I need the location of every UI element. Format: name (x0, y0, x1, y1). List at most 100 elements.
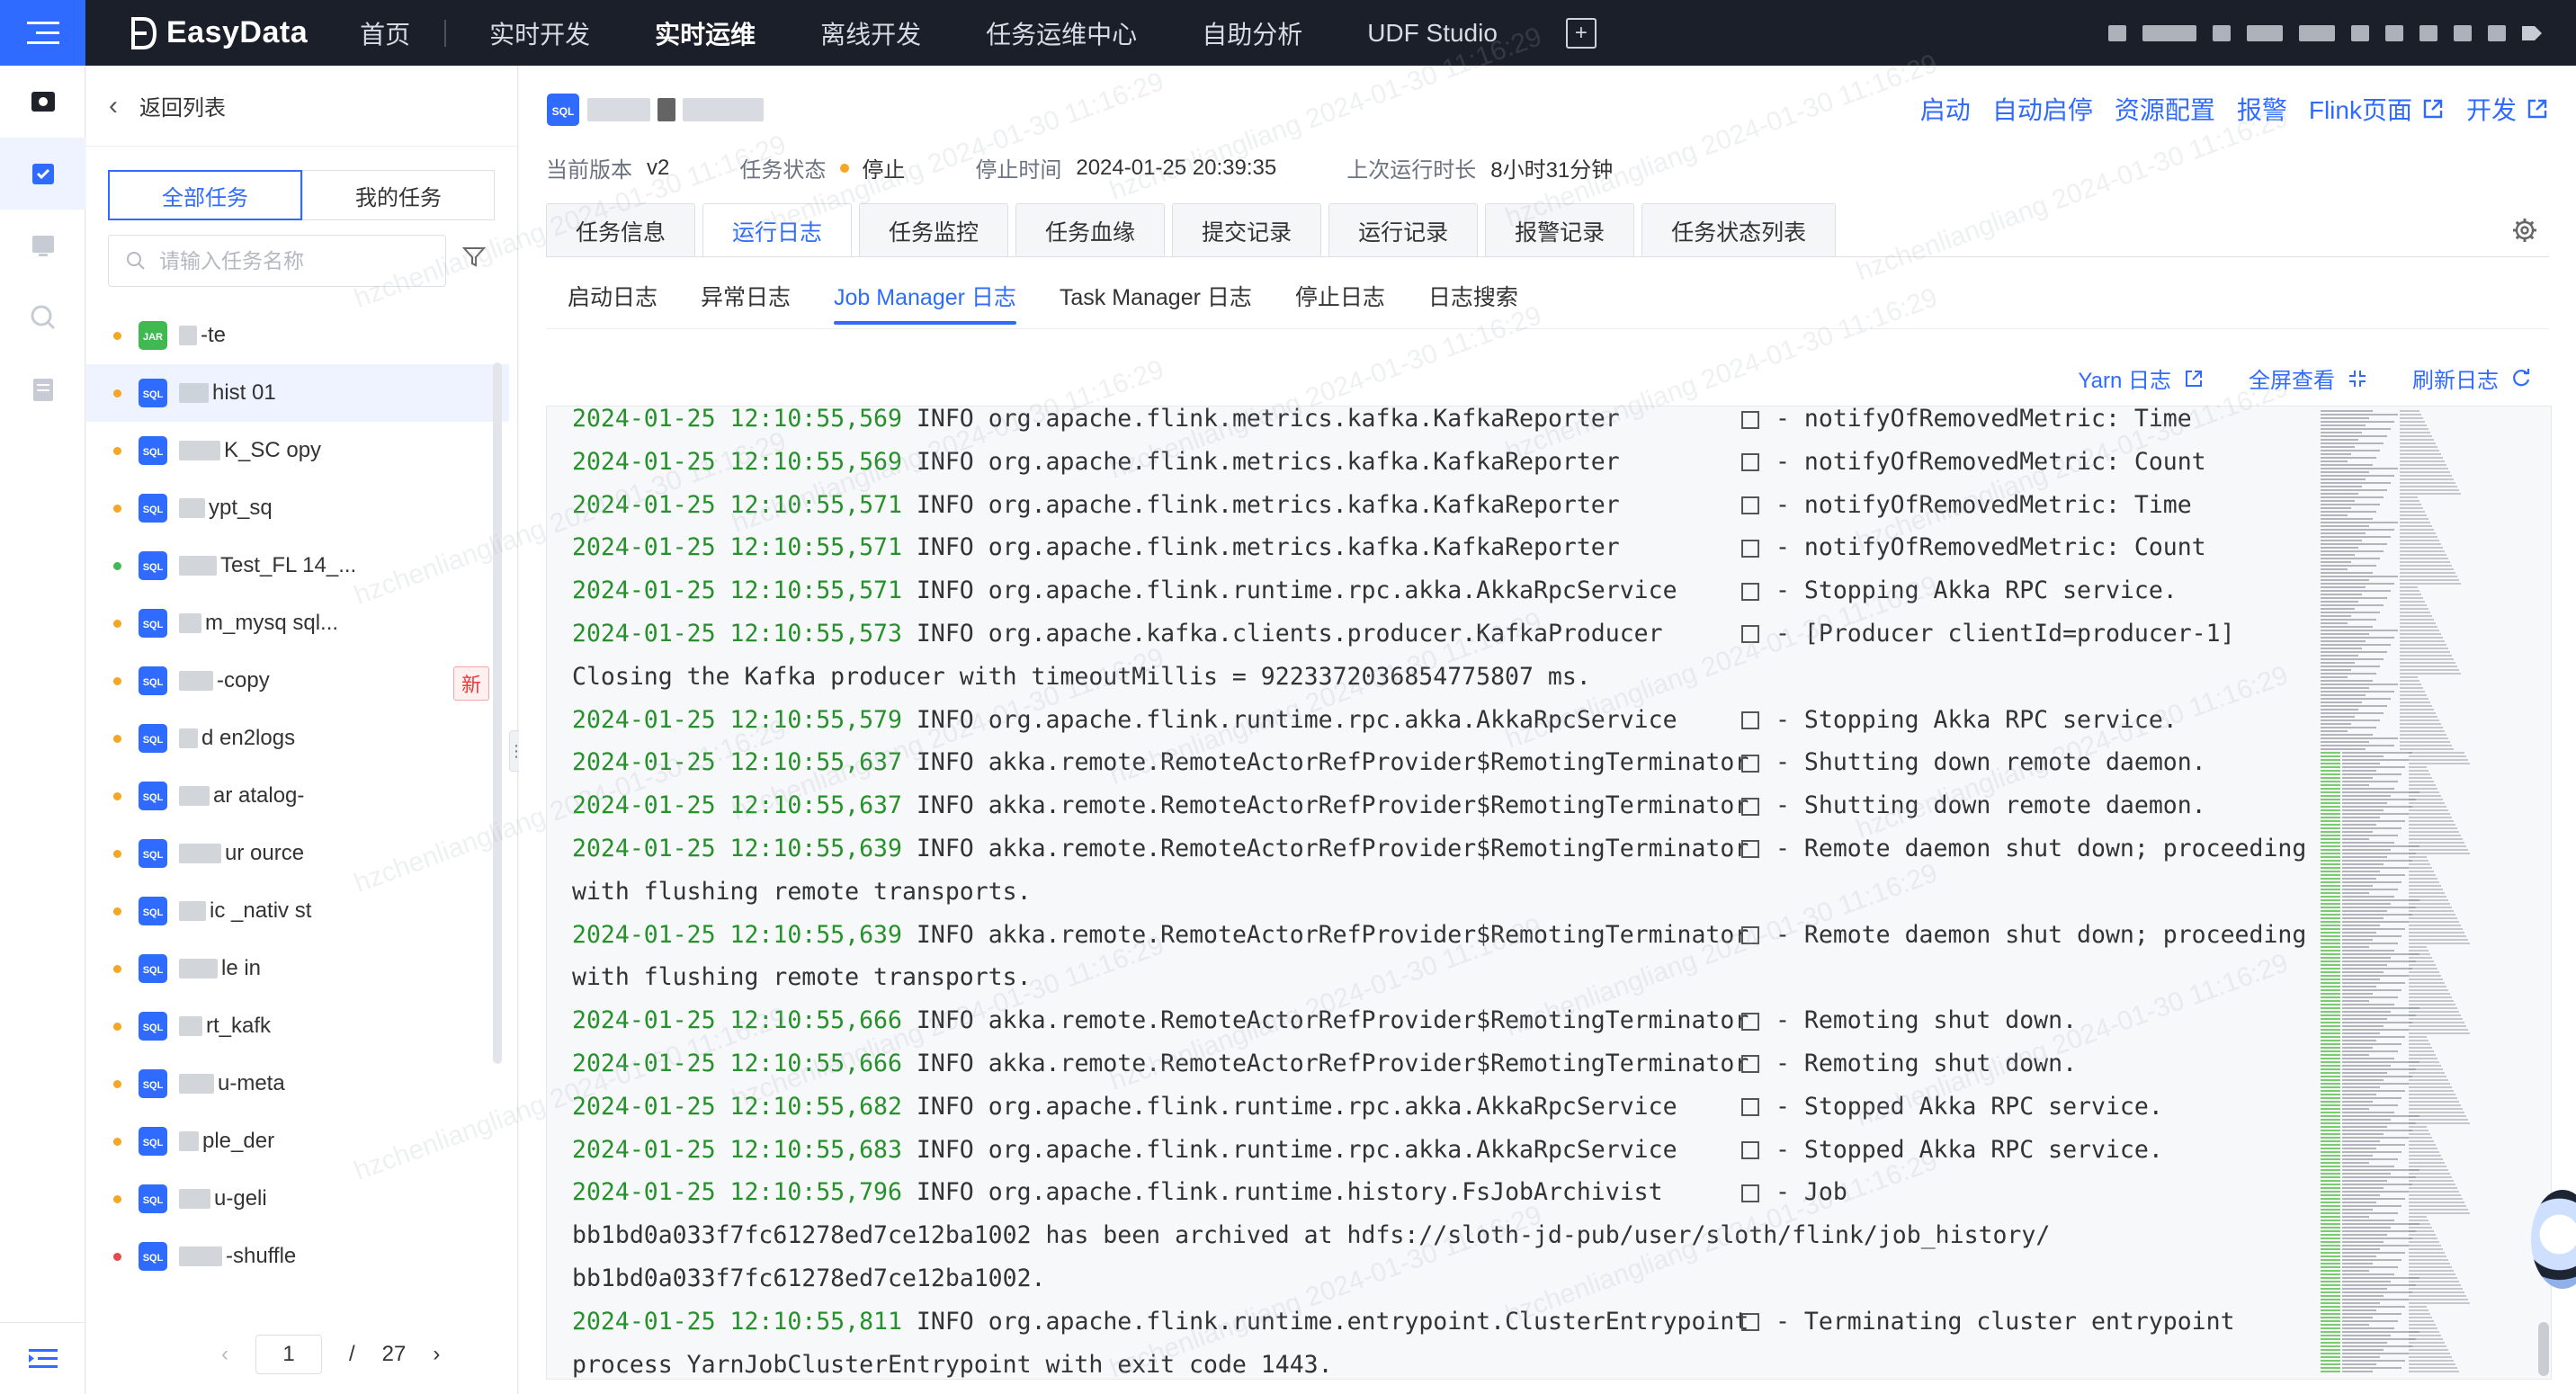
log-class: akka.remote.RemoteActorRefProvider$Remot… (988, 791, 1749, 820)
gear-icon[interactable] (2511, 217, 2538, 244)
fullscreen-button[interactable]: 全屏查看 (2249, 362, 2367, 394)
subtab-log-search[interactable]: 日志搜索 (1428, 280, 1518, 312)
redacted-block (2419, 24, 2437, 41)
subtab-exception-log[interactable]: 异常日志 (701, 280, 791, 312)
task-list-item[interactable]: SQL ic _nativ st (86, 882, 509, 940)
nav-self-analysis[interactable]: 自助分析 (1169, 0, 1335, 66)
task-list-item[interactable]: SQL ypt_sq (86, 479, 509, 537)
tab-lineage[interactable]: 任务血缘 (1015, 203, 1166, 257)
develop-button[interactable]: 开发 (2466, 91, 2549, 127)
menu-icon[interactable] (0, 0, 85, 66)
tab-my-tasks[interactable]: 我的任务 (302, 170, 495, 220)
status-dot (113, 331, 121, 340)
log-level: INFO (916, 490, 974, 519)
tab-all-tasks[interactable]: 全部任务 (108, 170, 302, 220)
next-page-icon[interactable]: › (433, 1342, 440, 1367)
start-button[interactable]: 启动 (1920, 91, 1971, 127)
chevron-left-icon: ‹ (109, 90, 118, 121)
redacted-text (179, 556, 217, 576)
subtab-jobmanager-log[interactable]: Job Manager 日志 (834, 280, 1016, 325)
rail-dashboard[interactable] (0, 66, 85, 138)
tab-task-monitor[interactable]: 任务监控 (859, 203, 1009, 257)
rail-tasks[interactable] (0, 138, 85, 210)
task-list-item[interactable]: SQL d en2logs (86, 710, 509, 767)
task-list-item[interactable]: SQL -shuffle (86, 1228, 509, 1285)
log-message: - Stopping Akka RPC service. (1775, 576, 2178, 605)
tab-task-info[interactable]: 任务信息 (546, 203, 696, 257)
auto-restart-button[interactable]: 自动启停 (1992, 91, 2093, 127)
nav-home[interactable]: 首页 (327, 0, 443, 66)
rail-collapse[interactable] (0, 1322, 85, 1394)
nav-realtime-dev[interactable]: 实时开发 (457, 0, 622, 66)
collapse-menu-icon (28, 1348, 58, 1368)
log-minimap[interactable] (2319, 407, 2535, 1380)
log-class: akka.remote.RemoteActorRefProvider$Remot… (988, 834, 1749, 862)
tab-run-log[interactable]: 运行日志 (702, 203, 853, 257)
log-viewer[interactable]: 2024-01-25 12:10:55,569 INFO org.apache.… (546, 406, 2552, 1380)
task-list-item[interactable]: SQL ple_der (86, 1113, 509, 1170)
redacted-text (179, 901, 206, 921)
subtab-taskmanager-log[interactable]: Task Manager 日志 (1060, 280, 1252, 312)
nav-realtime-ops[interactable]: 实时运维 (622, 0, 788, 66)
add-tab-icon[interactable]: + (1565, 17, 1597, 49)
log-level: INFO (916, 705, 974, 734)
task-search-input[interactable] (157, 247, 427, 274)
page-input[interactable]: 1 (255, 1335, 322, 1374)
task-list-item[interactable]: SQL u-geli (86, 1170, 509, 1228)
sql-badge-icon: SQL (139, 1069, 167, 1098)
back-to-list-button[interactable]: ‹ 返回列表 (86, 66, 517, 147)
user-menu-icon[interactable] (2522, 24, 2542, 42)
log-timestamp: 2024-01-25 12:10:55,571 (572, 576, 902, 605)
log-subtabs: 启动日志 异常日志 Job Manager 日志 Task Manager 日志… (568, 280, 1518, 325)
log-timestamp: 2024-01-25 12:10:55,637 (572, 791, 902, 820)
log-scrollbar[interactable] (2538, 1322, 2549, 1376)
subtab-startup-log[interactable]: 启动日志 (568, 280, 657, 312)
log-line: 2024-01-25 12:10:55,571 INFO org.apache.… (572, 526, 2326, 569)
subtab-stop-log[interactable]: 停止日志 (1295, 280, 1385, 312)
app-logo[interactable]: EasyData (130, 15, 308, 50)
task-list-item[interactable]: SQL m_mysq sql... (86, 594, 509, 652)
task-list-item[interactable]: SQL K_SC opy (86, 422, 509, 479)
rail-search[interactable] (0, 281, 85, 353)
task-list-item[interactable]: SQL le in (86, 940, 509, 997)
filter-icon[interactable] (462, 246, 486, 269)
flink-page-button[interactable]: Flink页面 (2309, 91, 2445, 127)
tab-submit-records[interactable]: 提交记录 (1172, 203, 1322, 257)
task-list-item[interactable]: SQL Test_FL 14_... (86, 537, 509, 594)
resource-config-button[interactable]: 资源配置 (2115, 91, 2215, 127)
redacted-text (179, 1189, 210, 1209)
task-name: ur ource (225, 841, 305, 865)
redacted-text (179, 1074, 214, 1094)
nav-udf-studio[interactable]: UDF Studio (1335, 0, 1530, 66)
tab-alarm-records[interactable]: 报警记录 (1485, 203, 1635, 257)
task-list-item[interactable]: SQL hist 01 (86, 364, 509, 422)
refresh-icon (2513, 368, 2530, 386)
tab-run-records[interactable]: 运行记录 (1328, 203, 1479, 257)
page-separator: / (349, 1342, 355, 1366)
log-toolbar: Yarn 日志 全屏查看 刷新日志 (2078, 362, 2531, 394)
task-list-item[interactable]: JAR -te (86, 307, 509, 364)
nav-offline-dev[interactable]: 离线开发 (788, 0, 953, 66)
task-name: d en2logs (201, 726, 296, 750)
log-level: INFO (916, 791, 974, 820)
tab-status-list[interactable]: 任务状态列表 (1641, 203, 1837, 257)
nav-ops-center[interactable]: 任务运维中心 (953, 0, 1169, 66)
log-timestamp: 2024-01-25 12:10:55,579 (572, 705, 902, 734)
alarm-button[interactable]: 报警 (2237, 91, 2287, 127)
task-list-item[interactable]: SQL ur ource (86, 825, 509, 882)
redacted-text (179, 671, 213, 691)
log-line: bb1bd0a033f7fc61278ed7ce12ba1002 has bee… (572, 1214, 2326, 1257)
flink-page-label: Flink页面 (2308, 96, 2412, 124)
task-list-scrollbar[interactable] (493, 362, 502, 1064)
rail-reports[interactable] (0, 353, 85, 425)
refresh-log-button[interactable]: 刷新日志 (2412, 362, 2531, 394)
task-list-item[interactable]: SQL rt_kafk (86, 997, 509, 1055)
rail-monitor[interactable] (0, 210, 85, 281)
prev-page-icon[interactable]: ‹ (221, 1342, 228, 1367)
task-list-item[interactable]: SQL u-meta (86, 1055, 509, 1113)
sql-badge-icon: SQL (139, 839, 167, 868)
task-tabs: 任务信息 运行日志 任务监控 任务血缘 提交记录 运行记录 报警记录 任务状态列… (546, 203, 1837, 257)
task-list-item[interactable]: SQL -copy 新 (86, 652, 509, 710)
yarn-log-button[interactable]: Yarn 日志 (2078, 362, 2204, 394)
task-list-item[interactable]: SQL ar atalog- (86, 767, 509, 825)
